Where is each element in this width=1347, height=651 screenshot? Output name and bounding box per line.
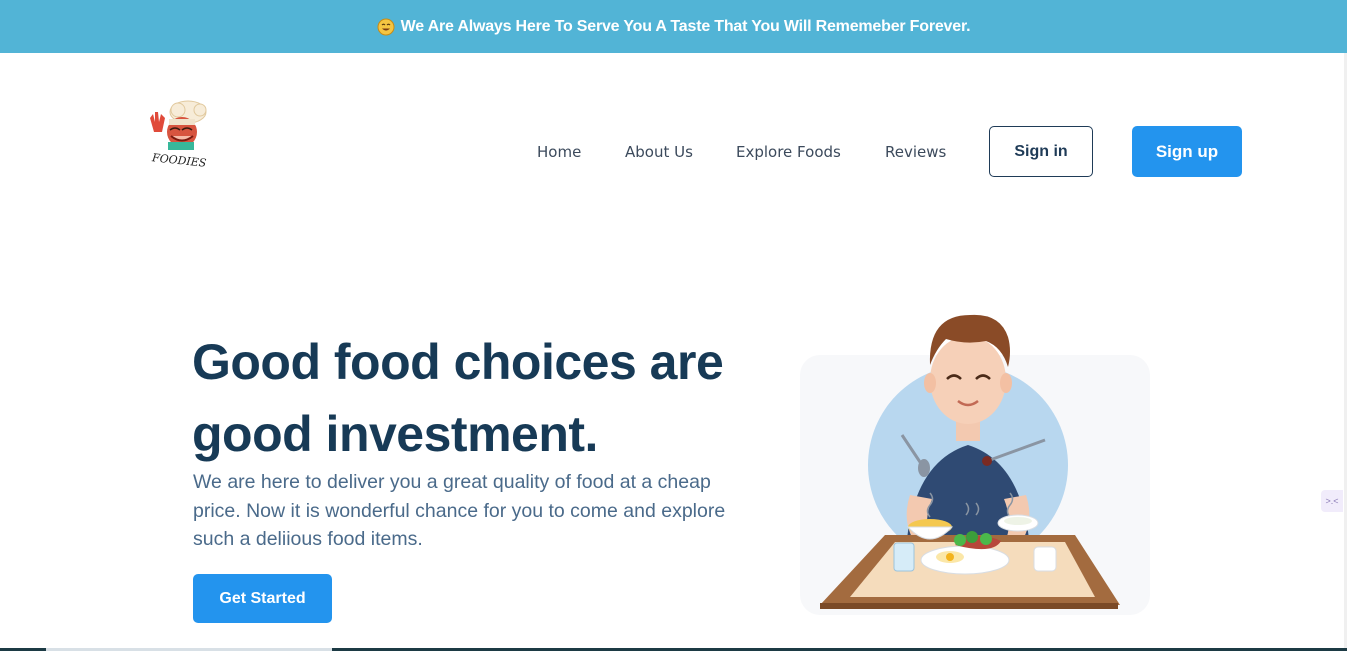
nav-link-about-us[interactable]: About Us [625,143,693,161]
get-started-button[interactable]: Get Started [193,574,332,623]
hero-title: Good food choices are good investment. [192,326,792,470]
nav-link-reviews[interactable]: Reviews [885,143,946,161]
sign-up-button[interactable]: Sign up [1132,126,1242,177]
smiling-face-emoji-icon [377,18,395,35]
announcement-text: We Are Always Here To Serve You A Taste … [400,17,971,35]
hero-title-line-2: good investment. [192,406,598,462]
sign-in-button[interactable]: Sign in [989,126,1093,177]
main-nav: Home About Us Explore Foods Reviews Sign… [0,126,1347,178]
man-eating-meal-illustration-icon [800,314,1150,615]
hero-description: We are here to deliver you a great quali… [193,471,726,550]
nav-link-explore-foods[interactable]: Explore Foods [736,143,841,161]
announcement-bar: We Are Always Here To Serve You A Taste … [0,0,1347,53]
hero-title-line-1: Good food choices are [192,334,724,390]
side-widget[interactable]: >.< [1321,490,1343,512]
nav-link-home[interactable]: Home [537,143,581,161]
